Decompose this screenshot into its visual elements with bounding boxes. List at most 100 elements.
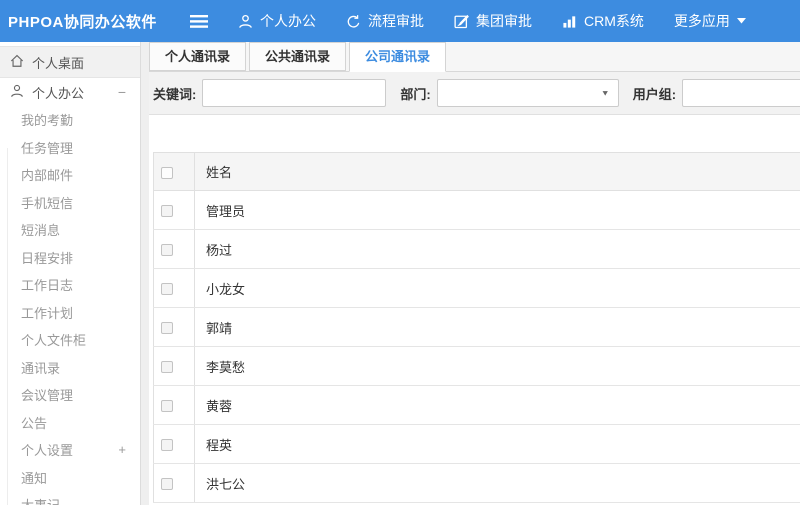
- sidebar-item[interactable]: 个人设置 +: [0, 436, 140, 464]
- name-cell: 杨过: [194, 229, 800, 269]
- sidebar-item-label: 个人文件柜: [21, 333, 87, 349]
- bar-chart-icon: [562, 14, 577, 29]
- table-row[interactable]: 杨过: [153, 229, 800, 269]
- row-checkbox[interactable]: [161, 400, 173, 413]
- hamburger-icon[interactable]: [190, 14, 208, 28]
- sidebar-item-label: 个人桌面: [32, 55, 85, 71]
- page-layout: 个人桌面 个人办公 − 我的考勤 任务管理 内部邮件 手机短信 短消息 日程安排…: [0, 42, 800, 505]
- workflow-icon: [346, 14, 361, 29]
- collapse-icon[interactable]: −: [118, 84, 126, 100]
- user-group-select[interactable]: [682, 79, 800, 107]
- department-select[interactable]: ▼: [436, 79, 619, 107]
- nav-item-crm[interactable]: CRM系统: [562, 11, 644, 31]
- sidebar-item[interactable]: 个人文件柜: [0, 326, 140, 354]
- tab-public-contacts[interactable]: 公共通讯录: [249, 42, 347, 71]
- sidebar-item-label: 短消息: [21, 223, 61, 239]
- sidebar-item-label: 我的考勤: [21, 113, 74, 129]
- row-checkbox[interactable]: [161, 205, 173, 218]
- table-row[interactable]: 李莫愁: [153, 346, 800, 386]
- sidebar-item[interactable]: 任务管理: [0, 134, 140, 162]
- row-checkbox[interactable]: [161, 361, 173, 374]
- row-checkbox[interactable]: [161, 244, 173, 257]
- sidebar: 个人桌面 个人办公 − 我的考勤 任务管理 内部邮件 手机短信 短消息 日程安排…: [0, 42, 141, 505]
- edit-icon: [454, 14, 469, 29]
- table-row[interactable]: 洪七公: [153, 463, 800, 503]
- tab-company-contacts[interactable]: 公司通讯录: [349, 42, 447, 72]
- sidebar-item-label: 内部邮件: [21, 168, 74, 184]
- sidebar-item-label: 大事记: [21, 495, 60, 505]
- table-header-row: 姓名: [153, 152, 800, 191]
- table-body: 管理员 杨过 小龙女 郭靖 李莫愁 黄蓉 程英 洪七公: [153, 190, 800, 503]
- name-cell: 管理员: [194, 190, 800, 230]
- top-nav: 个人办公 流程审批 集团审批 CRM系统 更多应用: [238, 11, 746, 31]
- sidebar-item[interactable]: 手机短信: [0, 189, 140, 217]
- column-header-name: 姓名: [194, 152, 800, 191]
- table-row[interactable]: 郭靖: [153, 307, 800, 347]
- name-cell: 小龙女: [194, 268, 800, 308]
- nav-item-label: CRM系统: [584, 13, 644, 29]
- sidebar-group-personal-office[interactable]: 个人办公 −: [0, 78, 140, 106]
- nav-item-more-apps[interactable]: 更多应用: [674, 11, 746, 31]
- sidebar-item[interactable]: 大事记: [0, 491, 140, 505]
- sidebar-item[interactable]: 工作日志: [0, 271, 140, 299]
- sidebar-item-label: 工作计划: [21, 305, 74, 321]
- sidebar-item-label: 日程安排: [21, 250, 74, 266]
- sidebar-item[interactable]: 会议管理: [0, 381, 140, 409]
- keyword-label: 关键词:: [153, 86, 197, 102]
- name-cell: 郭靖: [194, 307, 800, 347]
- sidebar-item[interactable]: 通知: [0, 464, 140, 492]
- tab-bar: 个人通讯录 公共通讯录 公司通讯录: [149, 42, 800, 72]
- top-bar: PHPOA协同办公软件 个人办公 流程审批 集团审批 CRM系统 更多应用: [0, 0, 800, 42]
- sidebar-item-label: 个人设置: [21, 443, 74, 459]
- department-label: 部门:: [400, 86, 431, 102]
- table-row[interactable]: 小龙女: [153, 268, 800, 308]
- sidebar-item-label: 通知: [21, 470, 48, 486]
- content-area: 姓名 管理员 杨过 小龙女 郭靖 李莫愁 黄蓉 程英 洪七公: [149, 115, 800, 505]
- tab-personal-contacts[interactable]: 个人通讯录: [149, 42, 247, 71]
- sidebar-item[interactable]: 工作计划: [0, 299, 140, 327]
- table-row[interactable]: 黄蓉: [153, 385, 800, 425]
- main-panel: 个人通讯录 公共通讯录 公司通讯录 关键词: 部门: ▼ 用户组: 姓名 管理员…: [149, 42, 800, 505]
- table-row[interactable]: 程英: [153, 424, 800, 464]
- user-group-label: 用户组:: [632, 86, 677, 102]
- sidebar-item-label: 工作日志: [21, 278, 74, 294]
- select-all-checkbox[interactable]: [161, 166, 173, 179]
- nav-item-group-approval[interactable]: 集团审批: [454, 11, 532, 31]
- table-row[interactable]: 管理员: [153, 190, 800, 230]
- nav-item-personal-office[interactable]: 个人办公: [238, 11, 316, 31]
- keyword-input[interactable]: [202, 79, 387, 107]
- sidebar-item-personal-desktop[interactable]: 个人桌面: [0, 46, 140, 78]
- sidebar-item[interactable]: 日程安排: [0, 244, 140, 272]
- filter-bar: 关键词: 部门: ▼ 用户组:: [149, 72, 800, 115]
- nav-item-label: 个人办公: [260, 13, 316, 29]
- row-checkbox[interactable]: [161, 439, 173, 452]
- main-area: 个人通讯录 公共通讯录 公司通讯录 关键词: 部门: ▼ 用户组: 姓名 管理员…: [141, 42, 800, 505]
- nav-item-workflow-approval[interactable]: 流程审批: [346, 11, 424, 31]
- name-cell: 李莫愁: [194, 346, 800, 386]
- sidebar-item[interactable]: 内部邮件: [0, 161, 140, 189]
- sidebar-item[interactable]: 短消息: [0, 216, 140, 244]
- nav-item-label: 更多应用: [673, 13, 730, 29]
- row-checkbox[interactable]: [161, 478, 173, 491]
- caret-down-icon: [736, 18, 746, 24]
- sidebar-item-label: 公告: [21, 415, 48, 431]
- home-icon: [10, 54, 24, 71]
- nav-item-label: 集团审批: [476, 13, 532, 29]
- row-checkbox[interactable]: [161, 283, 173, 296]
- sidebar-menu: 我的考勤 任务管理 内部邮件 手机短信 短消息 日程安排 工作日志 工作计划 个…: [0, 106, 140, 505]
- name-cell: 洪七公: [194, 463, 800, 503]
- sidebar-item[interactable]: 通讯录: [0, 354, 140, 382]
- expand-icon: +: [118, 442, 126, 458]
- sidebar-item[interactable]: 公告: [0, 409, 140, 437]
- sidebar-rail: [7, 148, 8, 505]
- sidebar-item-label: 通讯录: [21, 360, 61, 376]
- sidebar-item[interactable]: 我的考勤: [0, 106, 140, 134]
- nav-item-label: 流程审批: [368, 13, 424, 29]
- sidebar-group-label: 个人办公: [32, 85, 85, 101]
- sidebar-item-label: 手机短信: [21, 195, 74, 211]
- row-checkbox[interactable]: [161, 322, 173, 335]
- user-icon: [10, 84, 24, 101]
- caret-down-icon: ▼: [600, 88, 610, 98]
- app-logo: PHPOA协同办公软件: [8, 13, 157, 31]
- user-icon: [238, 14, 253, 29]
